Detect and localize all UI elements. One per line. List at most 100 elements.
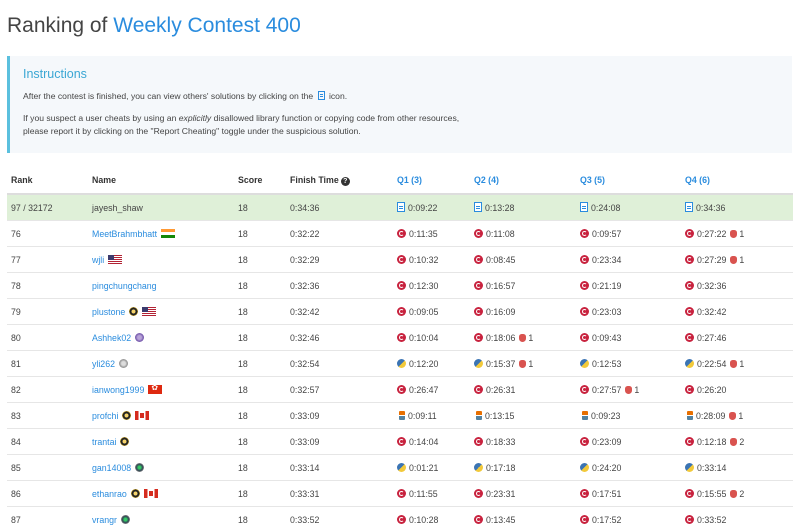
submission-time[interactable]: 0:21:19 <box>592 281 621 291</box>
cpp-language-icon[interactable] <box>580 515 589 524</box>
user-name-link[interactable]: gan14008 <box>92 463 131 473</box>
user-name-link[interactable]: ethanrao <box>92 489 127 499</box>
submission-time[interactable]: 0:27:29 <box>697 255 726 265</box>
submission-time[interactable]: 0:23:03 <box>592 307 621 317</box>
cpp-language-icon[interactable] <box>474 515 483 524</box>
submission-time[interactable]: 0:17:52 <box>592 515 621 525</box>
header-q3[interactable]: Q3 (5) <box>576 167 681 194</box>
java-language-icon[interactable] <box>687 411 693 420</box>
cpp-language-icon[interactable] <box>685 437 694 446</box>
python-language-icon[interactable] <box>397 463 406 472</box>
cpp-language-icon[interactable] <box>397 333 406 342</box>
cpp-language-icon[interactable] <box>685 385 694 394</box>
submission-time[interactable]: 0:17:18 <box>486 463 515 473</box>
submission-time[interactable]: 0:22:54 <box>697 359 726 369</box>
user-name-link[interactable]: yli262 <box>92 359 115 369</box>
submission-time[interactable]: 0:14:04 <box>409 437 438 447</box>
user-name-link[interactable]: MeetBrahmbhatt <box>92 229 157 239</box>
header-q4[interactable]: Q4 (6) <box>681 167 793 194</box>
submission-time[interactable]: 0:33:14 <box>697 463 726 473</box>
contest-name-link[interactable]: Weekly Contest 400 <box>113 14 301 37</box>
user-name-link[interactable]: plustone <box>92 307 125 317</box>
cpp-language-icon[interactable] <box>397 515 406 524</box>
python-language-icon[interactable] <box>474 463 483 472</box>
submission-time[interactable]: 0:09:43 <box>592 333 621 343</box>
submission-time[interactable]: 0:26:20 <box>697 385 726 395</box>
solution-doc-icon[interactable] <box>685 202 693 212</box>
cpp-language-icon[interactable] <box>580 333 589 342</box>
cpp-language-icon[interactable] <box>474 333 483 342</box>
cpp-language-icon[interactable] <box>685 515 694 524</box>
submission-time[interactable]: 0:26:31 <box>486 385 515 395</box>
submission-time[interactable]: 0:12:30 <box>409 281 438 291</box>
submission-time[interactable]: 0:23:31 <box>486 489 515 499</box>
submission-time[interactable]: 0:11:08 <box>486 229 515 239</box>
header-q2[interactable]: Q2 (4) <box>470 167 576 194</box>
cpp-language-icon[interactable] <box>580 281 589 290</box>
cpp-language-icon[interactable] <box>397 307 406 316</box>
user-name-link[interactable]: Ashhek02 <box>92 333 131 343</box>
python-language-icon[interactable] <box>685 359 694 368</box>
submission-time[interactable]: 0:10:32 <box>409 255 438 265</box>
java-language-icon[interactable] <box>476 411 482 420</box>
submission-time[interactable]: 0:09:57 <box>592 229 621 239</box>
submission-time[interactable]: 0:10:28 <box>409 515 438 525</box>
python-language-icon[interactable] <box>580 463 589 472</box>
submission-time[interactable]: 0:23:34 <box>592 255 621 265</box>
submission-time[interactable]: 0:32:42 <box>697 307 726 317</box>
submission-time[interactable]: 0:26:47 <box>409 385 438 395</box>
submission-time[interactable]: 0:27:22 <box>697 229 726 239</box>
solution-doc-icon[interactable] <box>474 202 482 212</box>
cpp-language-icon[interactable] <box>685 255 694 264</box>
submission-time[interactable]: 0:33:52 <box>697 515 726 525</box>
user-name-link[interactable]: vrangr <box>92 515 117 525</box>
python-language-icon[interactable] <box>397 359 406 368</box>
submission-time[interactable]: 0:27:57 <box>592 385 621 395</box>
submission-time[interactable]: 0:09:22 <box>408 203 437 213</box>
user-name-link[interactable]: trantai <box>92 437 116 447</box>
submission-time[interactable]: 0:32:36 <box>697 281 726 291</box>
submission-time[interactable]: 0:11:35 <box>409 229 438 239</box>
submission-time[interactable]: 0:16:57 <box>486 281 515 291</box>
submission-time[interactable]: 0:10:04 <box>409 333 438 343</box>
submission-time[interactable]: 0:09:05 <box>409 307 438 317</box>
cpp-language-icon[interactable] <box>685 333 694 342</box>
python-language-icon[interactable] <box>685 463 694 472</box>
submission-time[interactable]: 0:18:06 <box>486 333 515 343</box>
user-name-link[interactable]: wjli <box>92 255 104 265</box>
user-name-link[interactable]: jayesh_shaw <box>92 203 143 213</box>
cpp-language-icon[interactable] <box>474 307 483 316</box>
submission-time[interactable]: 0:15:55 <box>697 489 726 499</box>
cpp-language-icon[interactable] <box>685 489 694 498</box>
submission-time[interactable]: 0:13:45 <box>486 515 515 525</box>
submission-time[interactable]: 0:28:09 <box>696 411 725 421</box>
java-language-icon[interactable] <box>399 411 405 420</box>
question-icon[interactable]: ? <box>341 177 350 186</box>
cpp-language-icon[interactable] <box>397 281 406 290</box>
java-language-icon[interactable] <box>582 411 588 420</box>
submission-time[interactable]: 0:17:51 <box>592 489 621 499</box>
submission-time[interactable]: 0:12:53 <box>592 359 621 369</box>
submission-time[interactable]: 0:18:33 <box>486 437 515 447</box>
cpp-language-icon[interactable] <box>474 281 483 290</box>
cpp-language-icon[interactable] <box>397 255 406 264</box>
cpp-language-icon[interactable] <box>397 437 406 446</box>
submission-time[interactable]: 0:27:46 <box>697 333 726 343</box>
submission-time[interactable]: 0:12:20 <box>409 359 438 369</box>
submission-time[interactable]: 0:16:09 <box>486 307 515 317</box>
cpp-language-icon[interactable] <box>397 385 406 394</box>
cpp-language-icon[interactable] <box>580 385 589 394</box>
submission-time[interactable]: 0:12:18 <box>697 437 726 447</box>
cpp-language-icon[interactable] <box>474 437 483 446</box>
submission-time[interactable]: 0:09:23 <box>591 411 620 421</box>
cpp-language-icon[interactable] <box>580 489 589 498</box>
cpp-language-icon[interactable] <box>580 437 589 446</box>
submission-time[interactable]: 0:15:37 <box>486 359 515 369</box>
solution-doc-icon[interactable] <box>580 202 588 212</box>
cpp-language-icon[interactable] <box>397 229 406 238</box>
cpp-language-icon[interactable] <box>474 489 483 498</box>
cpp-language-icon[interactable] <box>580 307 589 316</box>
solution-doc-icon[interactable] <box>397 202 405 212</box>
submission-time[interactable]: 0:13:15 <box>485 411 514 421</box>
submission-time[interactable]: 0:01:21 <box>409 463 438 473</box>
